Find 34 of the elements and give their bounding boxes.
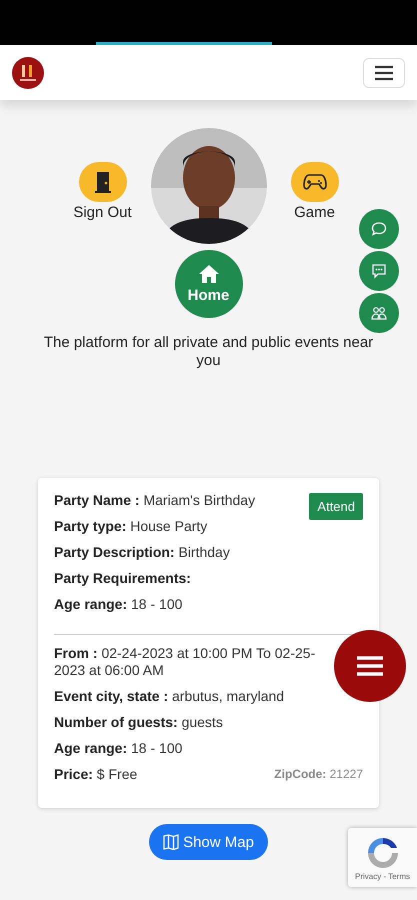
show-map-button[interactable]: Show Map [149, 824, 268, 860]
menu-icon [374, 64, 394, 80]
menu-button[interactable] [363, 58, 405, 88]
message-icon [371, 263, 387, 279]
chat-bubble-icon [371, 221, 387, 237]
game-button[interactable] [290, 162, 338, 202]
party-detail: Party Requirements: [54, 570, 191, 587]
menu-icon [356, 655, 384, 677]
home-button[interactable]: Home [174, 250, 242, 318]
event-detail: Event city, state : arbutus, maryland [54, 688, 284, 705]
action-label: Game [294, 204, 335, 221]
sign-out-button[interactable] [78, 162, 126, 202]
event-detail: From : 02-24-2023 at 10:00 PM To 02-25-2023 at 06:00 AM [54, 645, 316, 679]
house-icon [198, 264, 220, 284]
party-detail: Party Description: Birthday [54, 544, 230, 561]
zip-code: ZipCode: 21227 [274, 767, 363, 781]
event-detail: Age range: 18 - 100 [54, 740, 182, 757]
message-button[interactable] [359, 251, 399, 291]
event-detail: Price: $ Free [54, 766, 138, 783]
people-button[interactable] [359, 293, 399, 333]
attend-button[interactable]: Attend [309, 493, 363, 520]
privacy-terms-link[interactable]: Privacy - Terms [355, 872, 410, 881]
logo-icon[interactable] [12, 56, 44, 88]
chat-button[interactable] [359, 209, 399, 249]
door-icon [94, 171, 110, 193]
gamepad-icon [302, 173, 326, 191]
party-detail: Age range: 18 - 100 [54, 596, 182, 613]
event-detail: Number of guests: guests [54, 714, 223, 731]
tagline: The platform for all private and public events near you [42, 334, 374, 370]
party-detail: Party Name : Mariam's Birthday [54, 492, 256, 509]
party-detail: Party type: House Party [54, 518, 208, 535]
map-icon [163, 834, 180, 850]
people-icon [371, 305, 387, 321]
action-label: Sign Out [73, 204, 132, 221]
